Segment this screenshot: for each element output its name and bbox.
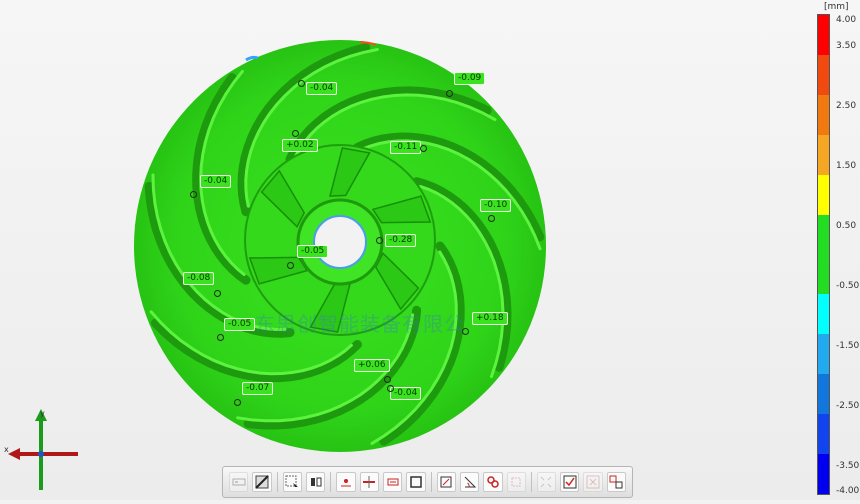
axis-x-label: x <box>4 445 9 454</box>
color-scale-band <box>818 414 829 455</box>
deviation-callout-label[interactable]: -0.08 <box>183 272 215 285</box>
deviation-callout-label[interactable]: -0.05 <box>224 318 256 331</box>
fit-icon <box>511 477 521 487</box>
deviation-point-marker[interactable] <box>234 399 241 406</box>
deviation-point-marker[interactable] <box>384 376 391 383</box>
point-deviation-icon <box>340 479 351 487</box>
legend-tick-label: 1.50 <box>836 161 857 171</box>
deviation-point-marker[interactable] <box>446 90 453 97</box>
mirror-icon <box>310 477 322 487</box>
impeller-bore <box>313 215 367 269</box>
axis-triad: y x <box>0 405 90 504</box>
tb-link-button[interactable] <box>483 472 503 492</box>
link-icon <box>487 476 499 488</box>
check-icon <box>563 475 577 489</box>
toolbar-separator <box>430 472 432 492</box>
legend-tick-label: -2.50 <box>836 401 860 411</box>
deviation-point-marker[interactable] <box>298 80 305 87</box>
color-scale-band <box>818 334 829 375</box>
delete-icon <box>586 475 600 489</box>
tb-view-labels-button[interactable] <box>229 472 249 492</box>
deviation-point-marker[interactable] <box>287 262 294 269</box>
tb-fit-button[interactable] <box>506 472 526 492</box>
toolbar-separator <box>276 472 278 492</box>
deviation-point-marker[interactable] <box>217 334 224 341</box>
color-scale-band <box>818 294 829 335</box>
legend-tick-label: 2.50 <box>836 101 857 111</box>
tb-section-button[interactable] <box>359 472 379 492</box>
fit-alt-icon <box>541 476 552 488</box>
box-icon <box>410 476 422 488</box>
hide-icon <box>255 475 269 489</box>
tb-fit-alt-button[interactable] <box>536 472 557 492</box>
deviation-callout-label[interactable]: -0.09 <box>454 72 486 85</box>
color-scale-band <box>818 374 829 415</box>
deviation-callout-label[interactable]: -0.05 <box>297 245 329 258</box>
section-icon <box>363 476 376 488</box>
tb-check-button[interactable] <box>560 472 580 492</box>
bottom-toolbar <box>222 466 633 498</box>
export-icon <box>609 475 623 489</box>
color-scale-band <box>818 214 829 255</box>
angle-icon <box>464 476 476 488</box>
deviation-point-marker[interactable] <box>190 191 197 198</box>
dimension-icon <box>387 478 399 486</box>
deviation-callout-label[interactable]: -0.10 <box>480 199 512 212</box>
tb-angle-button[interactable] <box>459 472 480 492</box>
axis-y-label: y <box>40 409 45 418</box>
impeller-deviation-model[interactable] <box>0 0 860 500</box>
deviation-callout-label[interactable]: +0.06 <box>354 359 390 372</box>
tb-select-region-button[interactable] <box>282 472 302 492</box>
deviation-point-marker[interactable] <box>214 290 221 297</box>
view-label-icon <box>232 478 246 486</box>
legend-tick-label: 4.00 <box>836 15 857 25</box>
deviation-point-marker[interactable] <box>420 145 427 152</box>
tb-hide-button[interactable] <box>252 472 272 492</box>
legend-tick-label: -4.00 <box>836 486 860 496</box>
toolbar-separator <box>330 472 332 492</box>
legend-unit: [mm] <box>824 2 849 12</box>
legend-tick-label: -1.50 <box>836 341 860 351</box>
color-scale-bar <box>817 14 830 495</box>
deviation-callout-label[interactable]: -0.04 <box>200 175 232 188</box>
legend-tick-label: 0.50 <box>836 221 857 231</box>
color-scale-band <box>818 94 829 135</box>
deviation-point-marker[interactable] <box>488 215 495 222</box>
deviation-callout-label[interactable]: -0.04 <box>306 82 338 95</box>
deviation-point-marker[interactable] <box>292 130 299 137</box>
deviation-callout-label[interactable]: +0.02 <box>282 139 318 152</box>
toolbar-separator <box>530 472 532 492</box>
color-scale-band <box>818 454 829 495</box>
color-scale-band <box>818 134 829 175</box>
tb-box-button[interactable] <box>406 472 426 492</box>
3d-viewport[interactable]: 东思创智能装备有限公 -0.04 -0.09 +0.02 -0.11 -0.04 -0.1… <box>0 0 860 500</box>
color-scale-band <box>818 254 829 295</box>
deviation-callout-label[interactable]: -0.28 <box>385 234 417 247</box>
color-scale-band <box>818 54 829 95</box>
color-scale-band <box>818 15 829 55</box>
tb-dimension-button[interactable] <box>382 472 403 492</box>
tb-mirror-button[interactable] <box>305 472 326 492</box>
deviation-callout-label[interactable]: +0.18 <box>472 312 508 325</box>
plane-icon <box>440 476 452 488</box>
deviation-point-marker[interactable] <box>387 385 394 392</box>
tb-export-button[interactable] <box>606 472 627 492</box>
color-scale-band <box>818 174 829 215</box>
legend-tick-label: -0.50 <box>836 281 860 291</box>
deviation-callout-label[interactable]: -0.04 <box>390 387 422 400</box>
deviation-point-marker[interactable] <box>462 328 469 335</box>
tb-point-deviation-button[interactable] <box>336 472 356 492</box>
deviation-callout-label[interactable]: -0.07 <box>242 382 274 395</box>
select-region-icon <box>285 475 299 487</box>
legend-tick-label: 3.50 <box>836 41 857 51</box>
deviation-point-marker[interactable] <box>376 237 383 244</box>
legend-tick-label: -3.50 <box>836 461 860 471</box>
tb-delete-button[interactable] <box>583 472 603 492</box>
watermark-text: 东思创智能装备有限公 <box>255 312 465 336</box>
deviation-callout-label[interactable]: -0.11 <box>390 141 422 154</box>
tb-plane-button[interactable] <box>436 472 456 492</box>
